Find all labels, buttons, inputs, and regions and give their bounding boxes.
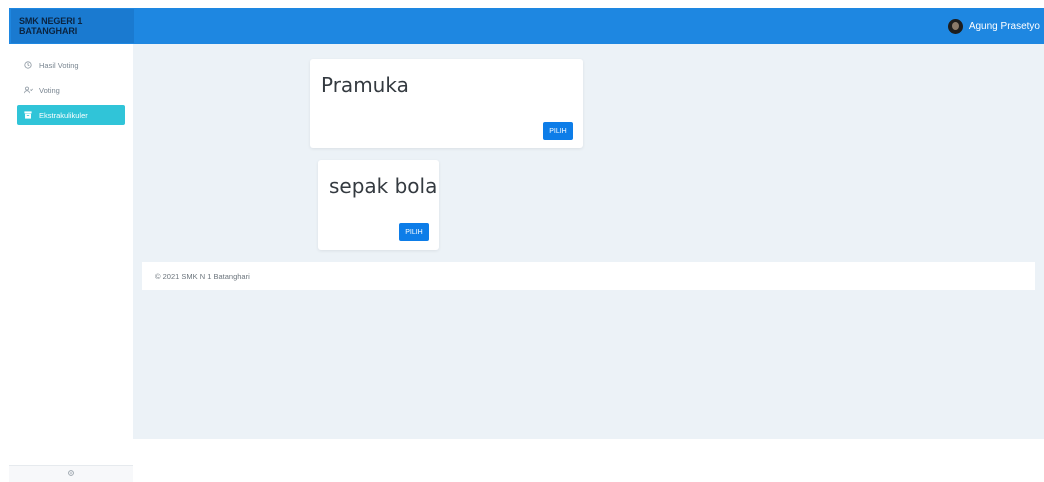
sidebar-item-voting[interactable]: Voting	[17, 80, 125, 100]
users-icon	[21, 86, 35, 94]
ekskul-card-sepak-bola: sepak bola PILIH	[318, 160, 439, 250]
brand-logo[interactable]: SMK NEGERI 1 BATANGHARI	[11, 9, 134, 43]
ekskul-card-pramuka: Pramuka PILIH	[310, 59, 583, 148]
card-title: sepak bola	[329, 174, 438, 198]
sidebar-footer[interactable]	[9, 465, 133, 482]
sidebar: Hasil Voting Voting Ekstrakulikuler	[9, 44, 133, 482]
clock-icon	[21, 61, 35, 69]
user-menu[interactable]: Agung Prasetyo	[947, 18, 1040, 34]
sidebar-menu: Hasil Voting Voting Ekstrakulikuler	[9, 44, 133, 125]
gear-icon[interactable]	[67, 469, 75, 479]
avatar[interactable]	[947, 18, 963, 34]
sidebar-item-label: Voting	[39, 85, 60, 95]
top-navbar: SMK NEGERI 1 BATANGHARI Agung Prasetyo	[9, 8, 1044, 44]
pilih-button[interactable]: PILIH	[543, 122, 573, 140]
sidebar-item-ekstrakulikuler[interactable]: Ekstrakulikuler	[17, 105, 125, 125]
sidebar-item-label: Ekstrakulikuler	[39, 110, 88, 120]
card-title: Pramuka	[321, 73, 409, 97]
pilih-button[interactable]: PILIH	[399, 223, 429, 241]
sidebar-item-label: Hasil Voting	[39, 60, 79, 70]
copyright-text: © 2021 SMK N 1 Batanghari	[155, 271, 250, 281]
page-footer: © 2021 SMK N 1 Batanghari	[142, 262, 1035, 290]
user-name[interactable]: Agung Prasetyo	[969, 21, 1040, 32]
main-content: Pramuka PILIH sepak bola PILIH © 2021 SM…	[133, 44, 1044, 439]
archive-icon	[21, 111, 35, 119]
sidebar-item-hasil-voting[interactable]: Hasil Voting	[17, 55, 125, 75]
